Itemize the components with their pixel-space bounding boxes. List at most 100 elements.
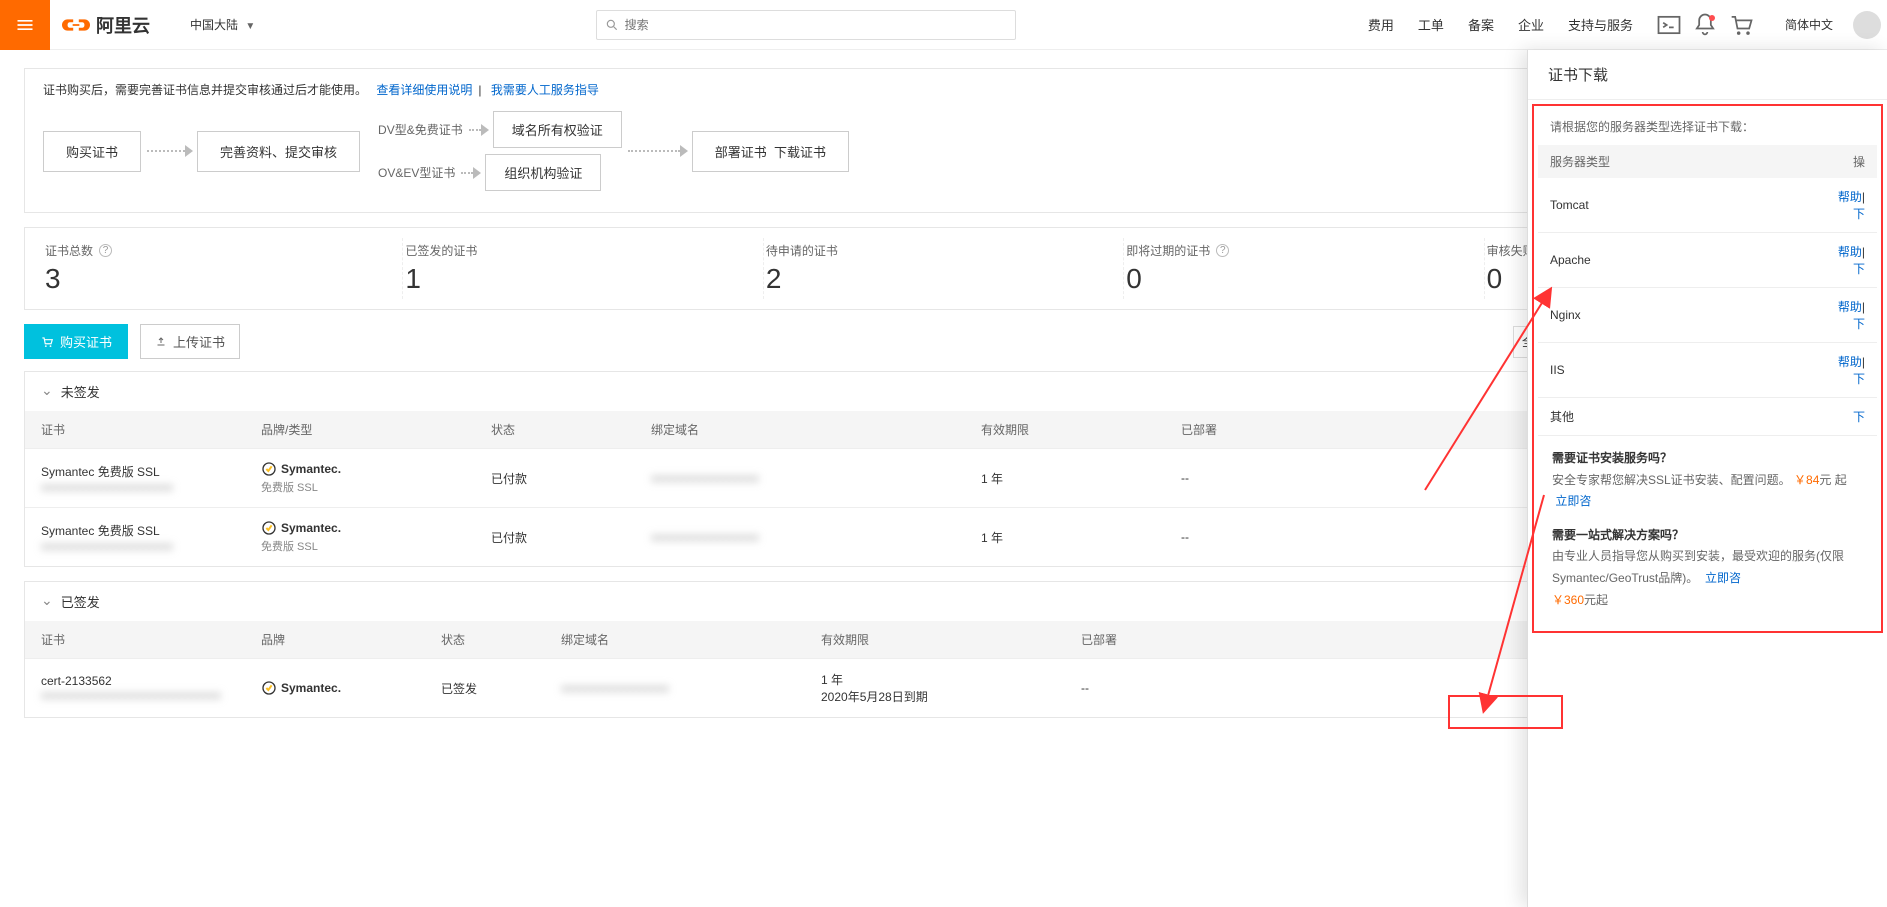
stat-pending-value: 2: [766, 263, 1121, 295]
help-link[interactable]: 帮助: [1838, 245, 1862, 259]
cart-icon: [40, 335, 54, 349]
nav-support[interactable]: 支持与服务: [1568, 15, 1633, 34]
arrow-icon: [622, 147, 692, 155]
symantec-icon: [261, 680, 277, 696]
promo1-text2: 元 起: [1819, 473, 1846, 487]
th-cert: 证书: [25, 411, 245, 449]
brand-name: Symantec.: [281, 521, 341, 535]
panel-title: 证书下载: [1528, 50, 1887, 100]
server-name: Nginx: [1538, 288, 1805, 343]
help-icon[interactable]: ?: [99, 244, 112, 257]
panel-hint: 请根据您的服务器类型选择证书下载：: [1538, 112, 1877, 145]
server-name: Tomcat: [1538, 178, 1805, 233]
cell-cert-name: Symantec 免费版 SSL: [41, 522, 229, 539]
hamburger-menu[interactable]: [0, 0, 50, 50]
aliyun-logo-icon: [62, 11, 90, 39]
avatar[interactable]: [1853, 11, 1881, 39]
upload-cert-button[interactable]: 上传证书: [140, 324, 240, 359]
help-link[interactable]: 帮助: [1838, 300, 1862, 314]
help-link[interactable]: 帮助: [1838, 190, 1862, 204]
terminal-icon[interactable]: [1655, 11, 1683, 39]
arrow-icon: [463, 126, 493, 134]
banner-link-manual[interactable]: 我需要人工服务指导: [491, 83, 599, 97]
promo2-consult-link[interactable]: 立即咨: [1705, 571, 1741, 585]
logo[interactable]: 阿里云: [62, 11, 150, 39]
flow-step-domain-verify: 域名所有权验证: [493, 111, 622, 148]
server-row-other: 其他 下: [1538, 398, 1877, 436]
promo-block-1: 需要证书安装服务吗？ 安全专家帮您解决SSL证书安装、配置问题。 ￥84元 起 …: [1538, 436, 1877, 525]
search-input[interactable]: [625, 18, 1007, 32]
stat-total-value: 3: [45, 263, 400, 295]
download-panel: 证书下载 请根据您的服务器类型选择证书下载： 服务器类型 操 Tomcat帮助|…: [1527, 50, 1887, 907]
banner-link-docs[interactable]: 查看详细使用说明: [376, 83, 472, 97]
server-name: Apache: [1538, 233, 1805, 288]
cell-domain: xxxxxxxxxxxxxxxxxx: [651, 471, 759, 485]
cell-cert-sub: xxxxxxxxxxxxxxxxxxxxxxxxxxxxxx: [41, 688, 229, 702]
th-status: 状态: [475, 411, 635, 449]
stat-pending-label: 待申请的证书: [766, 242, 1121, 259]
promo1-question: 需要证书安装服务吗？: [1552, 448, 1863, 470]
brand-sub: 免费版 SSL: [261, 479, 459, 495]
nav-enterprise[interactable]: 企业: [1518, 15, 1544, 34]
panel-highlight-box: 请根据您的服务器类型选择证书下载： 服务器类型 操 Tomcat帮助|下 Apa…: [1532, 104, 1883, 633]
nav-billing[interactable]: 费用: [1368, 15, 1394, 34]
server-row-iis: IIS帮助|下: [1538, 343, 1877, 398]
server-name: 其他: [1538, 398, 1805, 436]
brand-name: Symantec.: [281, 462, 341, 476]
download-link[interactable]: 下: [1853, 410, 1865, 424]
region-selector[interactable]: 中国大陆 ▼: [190, 16, 255, 33]
cell-domain: xxxxxxxxxxxxxxxxxx: [651, 530, 759, 544]
bell-icon[interactable]: [1691, 11, 1719, 39]
cell-cert-name: cert-2133562: [41, 674, 229, 688]
promo1-price: ￥84: [1794, 473, 1819, 487]
server-row-nginx: Nginx帮助|下: [1538, 288, 1877, 343]
cell-brand: Symantec.: [261, 680, 409, 696]
cart-icon[interactable]: [1727, 11, 1755, 39]
flow-step-buy: 购买证书: [43, 131, 141, 172]
download-link[interactable]: 下: [1853, 207, 1865, 221]
cell-valid: 1 年: [965, 449, 1165, 508]
server-table: 服务器类型 操 Tomcat帮助|下 Apache帮助|下 Nginx帮助|下 …: [1538, 145, 1877, 436]
brand-name: Symantec.: [281, 681, 341, 695]
arrow-icon: [455, 169, 485, 177]
flow-label-dv: DV型&免费证书: [378, 121, 463, 138]
promo1-consult-link[interactable]: 立即咨: [1555, 494, 1591, 508]
caret-down-icon: ▼: [245, 21, 255, 32]
cell-cert-sub: xxxxxxxxxxxxxxxxxxxxxx: [41, 539, 229, 553]
th-server-type: 服务器类型: [1538, 145, 1805, 178]
stat-total: 证书总数? 3: [43, 238, 403, 299]
nav-ticket[interactable]: 工单: [1418, 15, 1444, 34]
help-icon[interactable]: ?: [1216, 244, 1229, 257]
cell-cert-name: Symantec 免费版 SSL: [41, 463, 229, 480]
th-domain: 绑定域名: [635, 411, 965, 449]
server-name: IIS: [1538, 343, 1805, 398]
th-brand: 品牌/类型: [245, 411, 475, 449]
server-row-apache: Apache帮助|下: [1538, 233, 1877, 288]
cell-valid: 1 年: [965, 508, 1165, 567]
th-status: 状态: [425, 621, 545, 659]
th-domain: 绑定域名: [545, 621, 805, 659]
th-valid: 有效期限: [805, 621, 1065, 659]
stat-pending: 待申请的证书 2: [764, 238, 1124, 299]
flow-label-ovev: OV&EV型证书: [378, 164, 455, 181]
topbar: 阿里云 中国大陆 ▼ 费用 工单 备案 企业 支持与服务 简体中文: [0, 0, 1887, 50]
download-link[interactable]: 下: [1853, 262, 1865, 276]
promo1-text: 安全专家帮您解决SSL证书安装、配置问题。: [1552, 473, 1791, 487]
flow-step-submit: 完善资料、提交审核: [197, 131, 360, 172]
search-box[interactable]: [596, 10, 1016, 40]
download-link[interactable]: 下: [1853, 317, 1865, 331]
stat-expiring: 即将过期的证书? 0: [1124, 238, 1484, 299]
lang-selector[interactable]: 简体中文: [1785, 16, 1833, 33]
symantec-icon: [261, 461, 277, 477]
promo2-text2: 元起: [1584, 593, 1608, 607]
promo-block-2: 需要一站式解决方案吗？ 由专业人员指导您从购买到安装，最受欢迎的服务(仅限Sym…: [1538, 525, 1877, 623]
symantec-icon: [261, 520, 277, 536]
help-link[interactable]: 帮助: [1838, 355, 1862, 369]
stat-total-label: 证书总数: [45, 242, 93, 259]
stat-issued-label: 已签发的证书: [405, 242, 760, 259]
cell-domain: xxxxxxxxxxxxxxxxxx: [561, 681, 669, 695]
buy-cert-button[interactable]: 购买证书: [24, 324, 128, 359]
nav-beian[interactable]: 备案: [1468, 15, 1494, 34]
download-link[interactable]: 下: [1853, 372, 1865, 386]
upload-cert-label: 上传证书: [173, 332, 225, 351]
